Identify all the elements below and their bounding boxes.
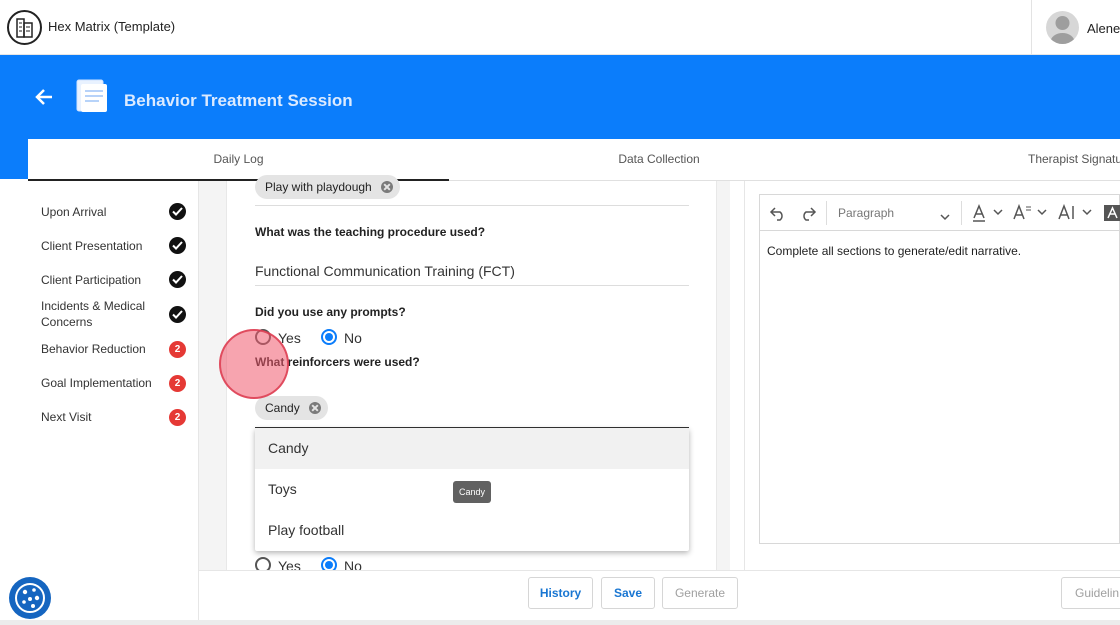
back-arrow-icon[interactable] bbox=[33, 86, 55, 108]
text-color-icon[interactable] bbox=[972, 204, 1006, 227]
sidebar-item-next-visit[interactable]: Next Visit bbox=[41, 409, 161, 425]
bottom-strip bbox=[0, 620, 1120, 625]
guidelines-button[interactable]: Guidelin bbox=[1061, 577, 1120, 609]
field-underline bbox=[255, 285, 689, 286]
narrative-editor: Paragraph Complete all sections to gener… bbox=[759, 194, 1120, 544]
incomplete-count-badge: 2 bbox=[169, 409, 186, 426]
highlight-icon[interactable] bbox=[1104, 205, 1120, 226]
toolbar-separator bbox=[826, 201, 827, 225]
text-transform-icon[interactable] bbox=[1057, 203, 1095, 227]
option-play-football[interactable]: Play football bbox=[255, 510, 689, 551]
editor-toolbar: Paragraph bbox=[760, 195, 1120, 231]
field-underline bbox=[255, 205, 689, 206]
save-button[interactable]: Save bbox=[601, 577, 655, 609]
top-bar: Hex Matrix (Template) Alene bbox=[0, 0, 1120, 55]
check-icon bbox=[169, 306, 186, 323]
teaching-procedure-select[interactable]: Functional Communication Training (FCT) bbox=[255, 263, 515, 279]
option-candy[interactable]: Candy bbox=[255, 428, 689, 469]
block-format-select[interactable]: Paragraph bbox=[838, 206, 894, 220]
redo-icon[interactable] bbox=[799, 205, 817, 226]
click-indicator bbox=[219, 329, 289, 399]
sidebar-item-behavior-reduction[interactable]: Behavior Reduction bbox=[41, 341, 161, 357]
reinforcer-chip[interactable]: Candy bbox=[255, 396, 328, 420]
check-icon bbox=[169, 237, 186, 254]
sidebar-item-goal-implementation[interactable]: Goal Implementation bbox=[41, 375, 161, 391]
history-button[interactable]: History bbox=[528, 577, 593, 609]
question-prompts: Did you use any prompts? bbox=[255, 305, 406, 319]
sidebar-item-client-participation[interactable]: Client Participation bbox=[41, 272, 161, 288]
radio-label: No bbox=[344, 330, 362, 346]
tab-therapist-signature[interactable]: Therapist Signatu bbox=[869, 139, 1120, 181]
chip-label: Play with playdough bbox=[265, 180, 372, 194]
check-icon bbox=[169, 271, 186, 288]
sidebar-item-incidents-medical[interactable]: Incidents & Medical Concerns bbox=[41, 298, 161, 330]
app-title: Hex Matrix (Template) bbox=[48, 19, 176, 34]
prompts-no-radio[interactable] bbox=[321, 329, 337, 345]
sidebar-item-upon-arrival[interactable]: Upon Arrival bbox=[41, 204, 161, 220]
question-teaching-procedure: What was the teaching procedure used? bbox=[255, 225, 486, 239]
generate-button[interactable]: Generate bbox=[662, 577, 738, 609]
undo-icon[interactable] bbox=[769, 205, 787, 226]
font-size-icon[interactable] bbox=[1012, 203, 1050, 227]
avatar[interactable] bbox=[1046, 11, 1079, 44]
incomplete-count-badge: 2 bbox=[169, 341, 186, 358]
toolbar-separator bbox=[961, 201, 962, 225]
building-logo-icon[interactable] bbox=[7, 10, 42, 45]
cookie-settings-icon[interactable] bbox=[9, 577, 51, 619]
activity-chip[interactable]: Play with playdough bbox=[255, 175, 400, 199]
incomplete-count-badge: 2 bbox=[169, 375, 186, 392]
user-name: Alene bbox=[1087, 21, 1120, 36]
remove-chip-icon[interactable] bbox=[380, 181, 393, 193]
user-menu[interactable]: Alene bbox=[1031, 0, 1120, 55]
sidebar-item-client-presentation[interactable]: Client Presentation bbox=[41, 238, 161, 254]
chevron-down-icon[interactable] bbox=[940, 208, 950, 226]
chip-label: Candy bbox=[265, 401, 300, 415]
tooltip: Candy bbox=[453, 481, 491, 503]
tab-data-collection[interactable]: Data Collection bbox=[449, 139, 869, 181]
tab-bar: Daily Log Data Collection Therapist Sign… bbox=[28, 139, 1120, 181]
section-sidebar: Upon Arrival Client Presentation Client … bbox=[28, 181, 199, 620]
page-title: Behavior Treatment Session bbox=[124, 91, 353, 110]
remove-chip-icon[interactable] bbox=[308, 402, 321, 414]
document-icon bbox=[73, 77, 111, 115]
narrative-text[interactable]: Complete all sections to generate/edit n… bbox=[767, 244, 1021, 258]
panel-divider bbox=[744, 181, 745, 620]
check-icon bbox=[169, 203, 186, 220]
